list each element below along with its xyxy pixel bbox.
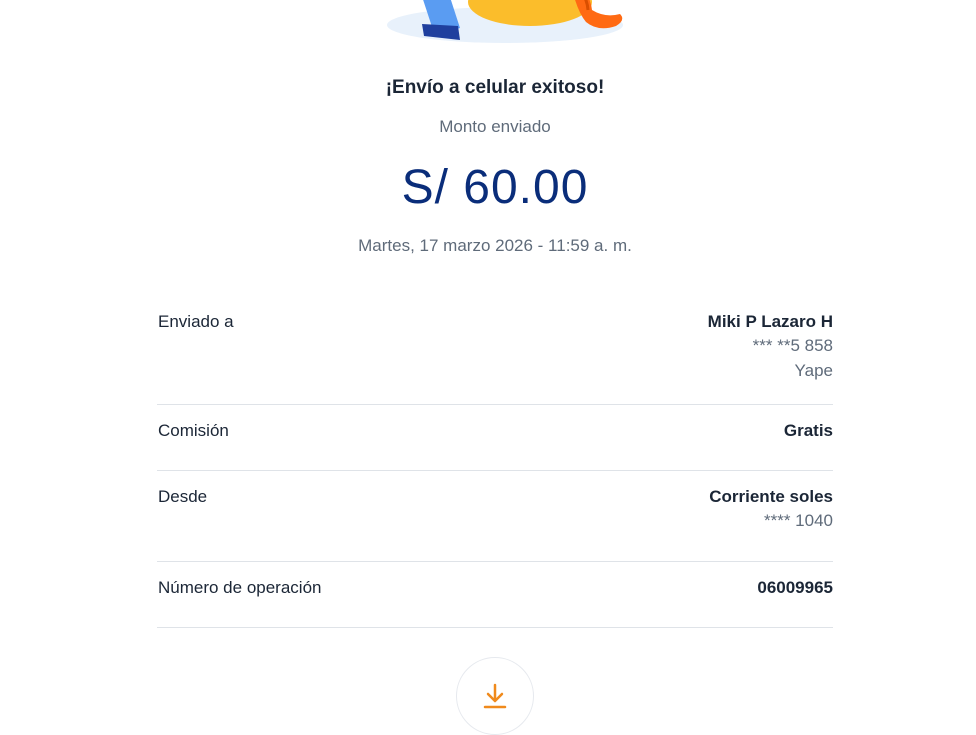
recipient-name: Miki P Lazaro H [707, 312, 833, 331]
amount-label: Monto enviado [439, 117, 551, 136]
success-title: ¡Envío a celular exitoso! [385, 77, 605, 98]
detail-row-from: Desde Corriente soles **** 1040 [157, 471, 833, 562]
source-account-number: **** 1040 [763, 511, 833, 530]
from-value: Corriente soles **** 1040 [709, 486, 833, 533]
recipient-app: Yape [794, 361, 833, 380]
operation-number: 06009965 [757, 578, 833, 597]
fee-amount: Gratis [783, 421, 833, 440]
fee-label: Comisión [158, 421, 229, 440]
from-label: Desde [158, 487, 208, 506]
recipient-phone: *** **5 858 [752, 336, 833, 355]
operation-value: 06009965 [757, 577, 833, 599]
success-illustration [387, 0, 623, 43]
sent-to-value: Miki P Lazaro H *** **5 858 Yape [708, 311, 833, 383]
detail-row-operation: Número de operación 06009965 [157, 562, 833, 628]
download-button[interactable] [456, 657, 534, 735]
download-icon [483, 683, 507, 709]
sent-to-label: Enviado a [158, 312, 234, 331]
detail-row-sent-to: Enviado a Miki P Lazaro H *** **5 858 Ya… [157, 296, 833, 405]
amount-value: S/ 60.00 [401, 161, 589, 214]
details-list: Enviado a Miki P Lazaro H *** **5 858 Ya… [157, 296, 833, 628]
transaction-datetime: Martes, 17 marzo 2026 - 11:59 a. m. [358, 236, 632, 255]
operation-label: Número de operación [158, 578, 322, 597]
fee-value: Gratis [784, 420, 833, 442]
detail-row-fee: Comisión Gratis [157, 405, 833, 471]
source-account-name: Corriente soles [709, 487, 833, 506]
